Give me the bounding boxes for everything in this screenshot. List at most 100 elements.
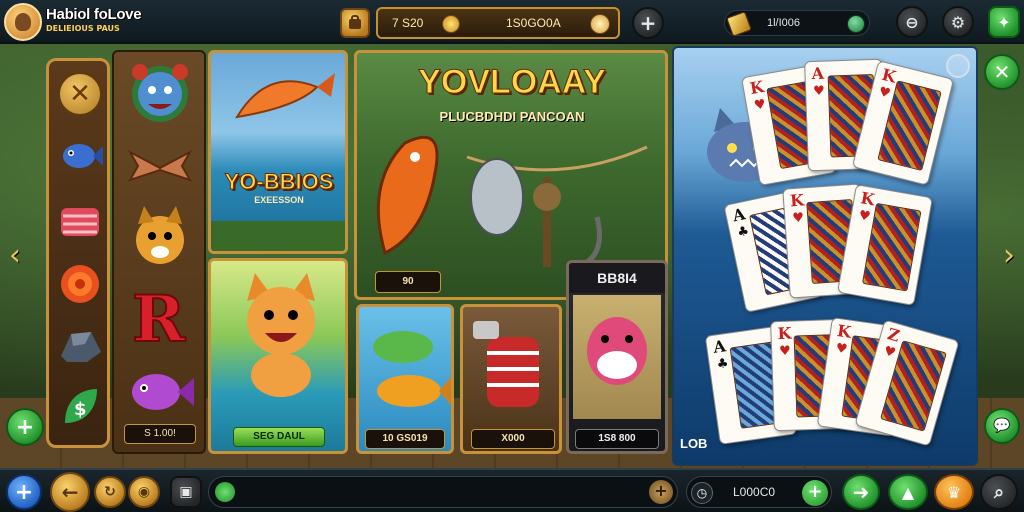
purple-fish-icon (132, 374, 194, 410)
card-suit-icon: ♥ (881, 343, 898, 362)
gear-icon[interactable]: ⚙ (942, 6, 974, 38)
bear-face-icon (132, 64, 188, 122)
weasel-title: BB8I4 (569, 263, 665, 293)
chat-bubble-icon[interactable]: 💬 (984, 408, 1020, 444)
eye-icon[interactable]: ◉ (128, 476, 160, 508)
shop-icon[interactable] (340, 8, 370, 38)
weasel-icon (587, 317, 647, 385)
gold-counter: 1l/I006 (724, 10, 870, 37)
back-arrow-icon[interactable]: ← (50, 472, 90, 512)
brand-title: Habiol foLove (46, 6, 142, 23)
bios-subtitle: EXEESSON (254, 195, 304, 205)
tile-bios[interactable]: YO-BBIOS EXEESSON (208, 50, 348, 254)
card-rank: K (879, 64, 899, 87)
rock-tool-button[interactable] (57, 323, 103, 369)
chat-add-icon[interactable]: + (649, 480, 673, 504)
gold-bar-icon (726, 11, 752, 37)
tile-cat[interactable]: SEG DAUL (208, 258, 348, 454)
gem-icon[interactable] (590, 14, 610, 34)
player-avatar[interactable] (4, 3, 42, 41)
weasel-price: 1S8 800 (575, 429, 659, 449)
brand: Habiol foLove DELIEIOUS PAUS (46, 6, 146, 33)
cat-price: SEG DAUL (233, 427, 325, 447)
balance-right-value: 1S0GO0A (506, 16, 561, 30)
card-rank: K (777, 323, 792, 344)
bottom-value: L000C0 (733, 485, 776, 499)
card-rank: K (789, 190, 805, 211)
card-suit-icon: ♥ (812, 83, 826, 100)
cross-bones-icon (127, 149, 193, 182)
svg-text:R: R (132, 282, 186, 351)
scroll-left-arrow-icon[interactable]: ‹ (4, 236, 26, 276)
bottom-bar: + ← ↻ ◉ ▣ + ◷ L000C0 + ➜ ▲ ♛ ⌕ (0, 468, 1024, 512)
barrel-price: X000 (471, 429, 555, 449)
card-rank: K (835, 321, 853, 342)
big-price: 90 (375, 271, 441, 293)
tile-fish[interactable]: 10 GS019 (356, 304, 454, 454)
coin-icon (442, 15, 460, 33)
jumping-fish-icon (235, 73, 335, 119)
fish-icon (63, 144, 103, 168)
card-suit-icon: ♥ (834, 340, 849, 358)
value-counter: ◷ L000C0 + (686, 476, 832, 508)
close-tool-button[interactable]: ✕ (57, 71, 103, 117)
confirm-arrow-icon[interactable]: ➜ (842, 474, 880, 510)
crown-icon[interactable]: ♛ (934, 474, 974, 510)
balance-bar: 7 S20 1S0GO0A (376, 7, 620, 39)
card-suit-icon: ♥ (877, 84, 892, 102)
panel-info-icon[interactable] (946, 54, 970, 78)
r-symbol[interactable]: R (124, 281, 196, 351)
tree-icon[interactable]: ▲ (888, 474, 928, 510)
big-subtitle: PLUCBDHDI PANCOAN (439, 109, 585, 124)
rose-icon (61, 265, 99, 303)
two-fish-icon (373, 331, 451, 407)
barrel-icon (473, 321, 539, 407)
dog-symbol[interactable] (124, 206, 196, 270)
bear-symbol[interactable] (124, 60, 196, 124)
card-face-art (861, 202, 922, 292)
value-add-button[interactable]: + (802, 480, 828, 506)
flower-tool-button[interactable] (57, 261, 103, 307)
leaf-tool-button[interactable]: $ (57, 383, 103, 429)
orange-fish-icon (376, 135, 439, 256)
chat-status-icon (215, 482, 235, 502)
grass-strip (211, 221, 345, 251)
card-rank: Z (885, 324, 902, 346)
tile-barrel[interactable]: X000 (460, 304, 562, 454)
gift-icon[interactable]: ✦ (988, 6, 1020, 38)
cat-icon (247, 273, 315, 397)
chat-input[interactable]: + (208, 476, 678, 508)
tile-weasel[interactable]: BB8I4 1S8 800 (566, 260, 668, 454)
top-bar: Habiol foLove DELIEIOUS PAUS 7 S20 1S0GO… (0, 0, 1024, 44)
gold-add-icon[interactable] (847, 15, 865, 33)
fish-tool-button[interactable] (57, 133, 103, 179)
card-rank: A (712, 336, 728, 357)
tool-column: ✕ $ (46, 58, 110, 448)
card-rank: K (859, 188, 877, 210)
leaf-icon: $ (65, 389, 97, 423)
card-suit-icon: ♥ (778, 343, 792, 360)
big-title: YOVLOAAY (418, 63, 607, 102)
minus-settings-button[interactable]: ⊖ (896, 6, 928, 38)
card-suit-icon: ♥ (791, 210, 805, 227)
add-balance-button[interactable]: + (632, 7, 664, 39)
card-rank: A (730, 204, 747, 226)
scroll-right-arrow-icon[interactable]: › (998, 236, 1020, 276)
close-panel-button[interactable]: ✕ (984, 54, 1020, 90)
scissors-symbol[interactable] (124, 134, 196, 198)
clock-icon: ◷ (691, 482, 713, 504)
refresh-icon[interactable]: ↻ (94, 476, 126, 508)
add-button[interactable]: + (6, 474, 42, 510)
card-panel-label: LOB (680, 436, 708, 451)
purple-fish-symbol[interactable] (124, 360, 196, 424)
card-suit-icon: ♣ (715, 356, 730, 373)
camera-icon[interactable]: ▣ (170, 476, 202, 508)
brand-subtitle: DELIEIOUS PAUS (46, 24, 120, 33)
card-suit-icon: ♣ (736, 223, 751, 241)
search-icon[interactable]: ⌕ (980, 474, 1018, 510)
left-add-button[interactable]: + (6, 408, 44, 446)
meat-tool-button[interactable] (57, 199, 103, 245)
close-icon: ✕ (58, 72, 102, 116)
card-rank: K (748, 76, 766, 99)
symbol-price: S 1.00! (124, 424, 196, 444)
